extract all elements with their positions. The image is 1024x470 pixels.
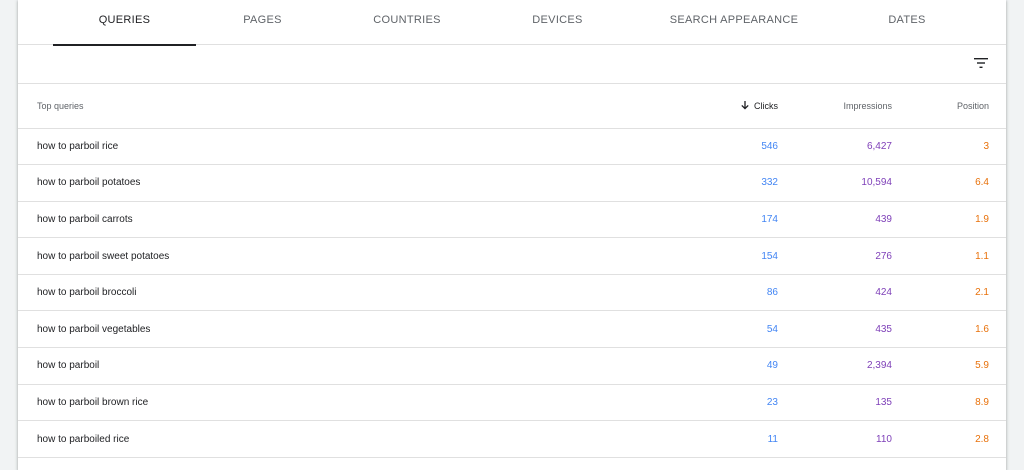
clicks-cell: 86	[468, 274, 778, 312]
table-row[interactable]: how to parboil sweet potatoes 154 276 1.1	[18, 237, 1006, 275]
position-cell: 5.9	[892, 347, 1006, 385]
clicks-cell: 49	[468, 347, 778, 385]
filter-icon[interactable]	[974, 57, 988, 69]
clicks-cell: 11	[468, 420, 778, 458]
query-cell: how to parboiled rice	[18, 420, 468, 458]
position-cell: 6.4	[892, 164, 1006, 202]
tab-pages[interactable]: PAGES	[196, 0, 329, 45]
position-cell: 2.8	[892, 420, 1006, 458]
tab-label: SEARCH APPEARANCE	[669, 14, 799, 26]
tab-devices[interactable]: DEVICES	[488, 0, 627, 45]
query-cell: how to parboil	[18, 347, 468, 385]
position-cell: 1.9	[892, 201, 1006, 239]
clicks-cell: 546	[468, 128, 778, 166]
query-cell: how to parboil rice	[18, 128, 468, 166]
header-clicks-label: Clicks	[754, 101, 778, 112]
tab-search-appearance[interactable]: SEARCH APPEARANCE	[658, 0, 810, 45]
clicks-cell: 154	[468, 237, 778, 275]
impressions-cell: 10,594	[778, 164, 892, 202]
table-row[interactable]: how to parboil potatoes 332 10,594 6.4	[18, 164, 1006, 202]
queries-table: Top queries Clicks Impressions Position …	[18, 84, 1006, 458]
tab-label: PAGES	[243, 14, 282, 26]
clicks-cell: 332	[468, 164, 778, 202]
table-body: how to parboil rice 546 6,427 3 how to parbo…	[18, 128, 1006, 458]
query-cell: how to parboil vegetables	[18, 310, 468, 349]
tab-dates[interactable]: DATES	[838, 0, 976, 45]
table-row[interactable]: how to parboiled rice 11 110 2.8	[18, 420, 1006, 458]
header-top-queries[interactable]: Top queries	[18, 84, 468, 129]
table-toolbar	[18, 45, 1006, 84]
impressions-cell: 424	[778, 274, 892, 312]
table-row[interactable]: how to parboil carrots 174 439 1.9	[18, 201, 1006, 239]
impressions-cell: 2,394	[778, 347, 892, 385]
table-row[interactable]: how to parboil brown rice 23 135 8.9	[18, 384, 1006, 422]
tab-queries[interactable]: QUERIES	[53, 0, 196, 46]
impressions-cell: 439	[778, 201, 892, 239]
position-cell: 1.6	[892, 310, 1006, 349]
position-cell: 2.1	[892, 274, 1006, 312]
impressions-cell: 6,427	[778, 128, 892, 166]
table-header-row: Top queries Clicks Impressions Position	[18, 84, 1006, 129]
tab-label: DATES	[888, 14, 926, 26]
query-cell: how to parboil brown rice	[18, 384, 468, 422]
impressions-cell: 135	[778, 384, 892, 422]
tab-label: COUNTRIES	[373, 14, 441, 26]
dimension-tabs: QUERIES PAGES COUNTRIES DEVICES SEARCH A…	[18, 0, 1006, 46]
table-row[interactable]: how to parboil broccoli 86 424 2.1	[18, 274, 1006, 312]
impressions-cell: 110	[778, 420, 892, 458]
impressions-cell: 435	[778, 310, 892, 349]
position-cell: 3	[892, 128, 1006, 166]
query-cell: how to parboil broccoli	[18, 274, 468, 312]
tab-countries[interactable]: COUNTRIES	[338, 0, 476, 45]
table-row[interactable]: how to parboil rice 546 6,427 3	[18, 128, 1006, 166]
query-cell: how to parboil sweet potatoes	[18, 237, 468, 275]
clicks-cell: 54	[468, 310, 778, 349]
position-cell: 1.1	[892, 237, 1006, 275]
table-row[interactable]: how to parboil 49 2,394 5.9	[18, 347, 1006, 385]
clicks-cell: 23	[468, 384, 778, 422]
clicks-cell: 174	[468, 201, 778, 239]
performance-table-card: QUERIES PAGES COUNTRIES DEVICES SEARCH A…	[18, 0, 1006, 470]
tab-label: QUERIES	[98, 14, 151, 26]
header-clicks[interactable]: Clicks	[468, 84, 778, 129]
query-cell: how to parboil potatoes	[18, 164, 468, 202]
position-cell: 8.9	[892, 384, 1006, 422]
tab-label: DEVICES	[532, 14, 583, 26]
table-row[interactable]: how to parboil vegetables 54 435 1.6	[18, 310, 1006, 349]
arrow-down-icon	[741, 101, 749, 110]
query-cell: how to parboil carrots	[18, 201, 468, 239]
impressions-cell: 276	[778, 237, 892, 275]
